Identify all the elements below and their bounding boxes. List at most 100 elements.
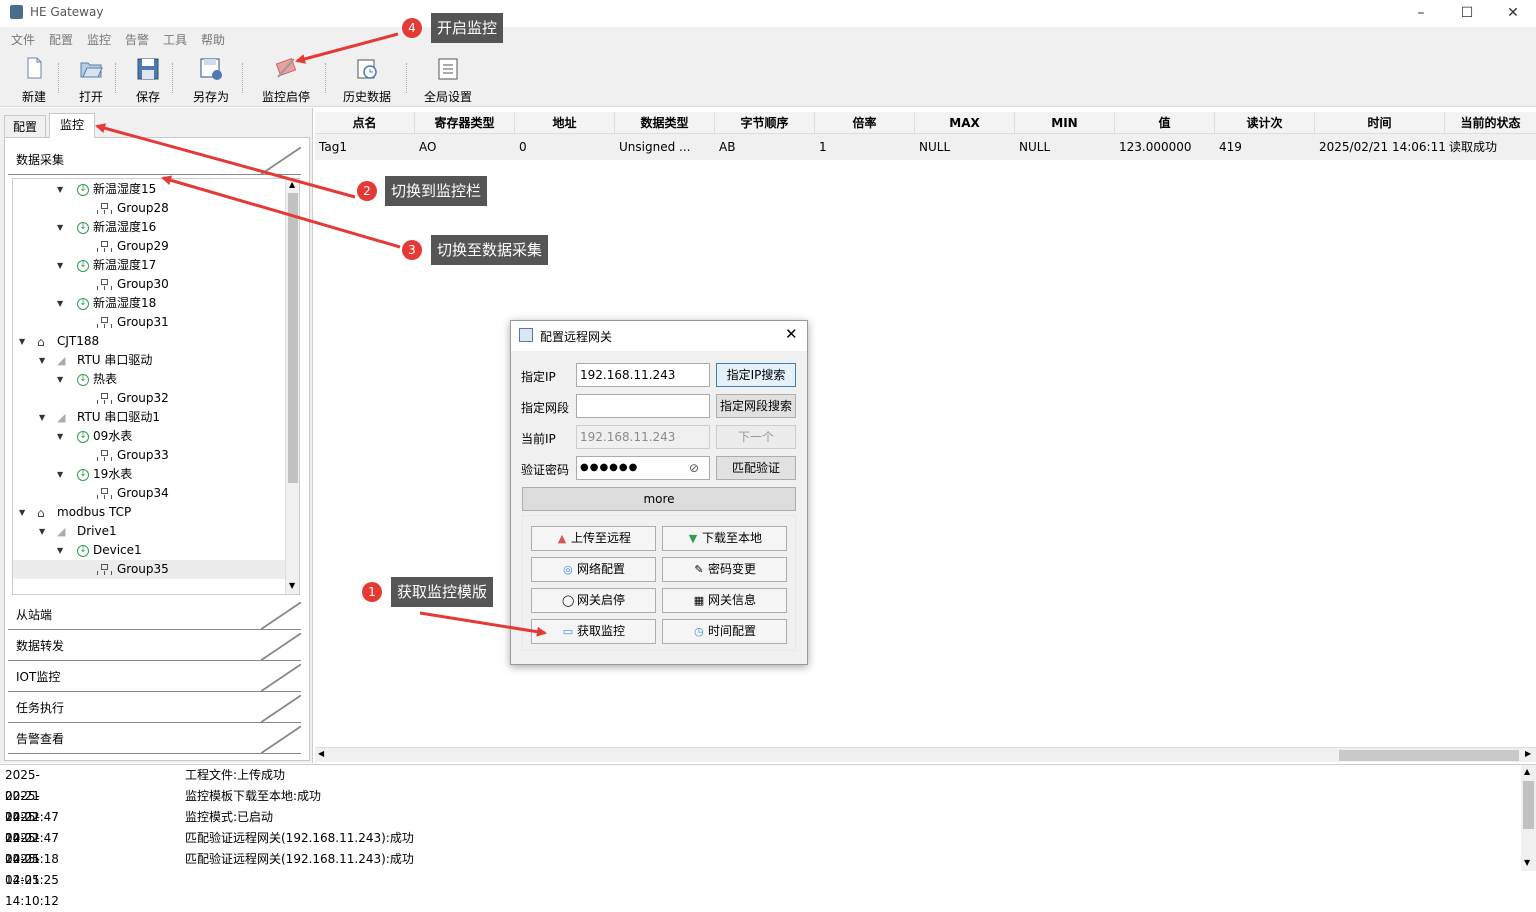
column-header[interactable]: 值 — [1115, 112, 1215, 134]
column-header[interactable]: MAX — [915, 112, 1015, 134]
collapse-arrow-icon[interactable]: ▼ — [39, 408, 45, 427]
get-monitor-button[interactable]: ▭ 获取监控 — [531, 619, 656, 644]
tree-node[interactable]: Group32 — [97, 389, 169, 408]
upload-remote-button[interactable]: ▲ 上传至远程 — [531, 526, 656, 551]
tree-node[interactable]: ▼ ⌂ modbus TCP — [19, 503, 131, 522]
scroll-up-icon[interactable]: ▲ — [289, 180, 295, 189]
tree-node[interactable]: ▼ ↓ 19水表 — [57, 465, 132, 484]
accordion-iot[interactable]: IOT监控 — [8, 664, 301, 692]
column-header[interactable]: 倍率 — [815, 112, 915, 134]
tree-node-selected[interactable]: Group35 — [13, 560, 285, 579]
tree-node[interactable]: Group33 — [97, 446, 169, 465]
open-button[interactable]: 打开 — [71, 53, 111, 104]
tree-node[interactable]: ▼ ↓ 新温湿度15 — [57, 180, 156, 199]
global-settings-button[interactable]: 全局设置 — [420, 53, 476, 104]
collapse-arrow-icon[interactable]: ▼ — [19, 503, 25, 522]
collapse-arrow-icon[interactable]: ▼ — [57, 294, 63, 313]
grid-hscroll-thumb[interactable] — [1339, 750, 1519, 761]
collapse-arrow-icon[interactable]: ▼ — [39, 522, 45, 541]
column-header[interactable]: 当前的状态 — [1445, 112, 1536, 134]
column-header[interactable]: 字节顺序 — [715, 112, 815, 134]
tree-node[interactable]: ▼ ◢ RTU 串口驱动 — [39, 351, 152, 370]
tree-node[interactable]: ▼ ↓ 09水表 — [57, 427, 132, 446]
maximize-icon[interactable]: ☐ — [1444, 0, 1490, 27]
tree-node[interactable]: ▼ ⌂ CJT188 — [19, 332, 99, 351]
close-icon[interactable]: ✕ — [1490, 0, 1536, 27]
tree-node[interactable]: ▼ ◢ Drive1 — [39, 522, 117, 541]
grid-hscrollbar[interactable]: ◀ ▶ — [315, 747, 1536, 762]
match-verify-button[interactable]: 匹配验证 — [716, 456, 796, 480]
collapse-arrow-icon[interactable]: ▼ — [57, 180, 63, 199]
tree-scrollbar[interactable]: ▲ ▼ — [285, 179, 299, 594]
menu-alarm[interactable]: 告警 — [125, 31, 149, 48]
column-header[interactable]: 点名 — [315, 112, 415, 134]
collapse-arrow-icon[interactable]: ▼ — [57, 256, 63, 275]
tab-config[interactable]: 配置 — [4, 115, 46, 137]
table-row[interactable]: Tag1 AO 0 Unsigned ... AB 1 NULL NULL 12… — [315, 134, 1536, 160]
next-button[interactable]: 下一个 — [716, 425, 796, 449]
menu-help[interactable]: 帮助 — [201, 31, 225, 48]
dialog-close-icon[interactable]: ✕ — [785, 325, 798, 343]
collapse-arrow-icon[interactable]: ▼ — [19, 332, 25, 351]
tree-node[interactable]: Group28 — [97, 199, 169, 218]
collapse-arrow-icon[interactable]: ▼ — [57, 218, 63, 237]
tree-node[interactable]: Group31 — [97, 313, 169, 332]
tree-scroll-thumb[interactable] — [288, 193, 298, 483]
eye-slash-icon[interactable]: ⊘ — [689, 461, 699, 475]
tree-node[interactable]: Group34 — [97, 484, 169, 503]
tree-node[interactable]: Group29 — [97, 237, 169, 256]
more-button[interactable]: more — [522, 487, 796, 511]
save-button[interactable]: 保存 — [128, 53, 168, 104]
tab-monitor[interactable]: 监控 — [49, 113, 95, 138]
download-local-button[interactable]: ▼ 下载至本地 — [662, 526, 787, 551]
accordion-data-collect[interactable]: 数据采集 — [8, 147, 301, 175]
tree-node[interactable]: ▼ ◢ RTU 串口驱动1 — [39, 408, 160, 427]
gateway-toggle-button[interactable]: ◯ 网关启停 — [531, 588, 656, 613]
column-header[interactable]: 寄存器类型 — [415, 112, 515, 134]
collapse-arrow-icon[interactable]: ▼ — [57, 541, 63, 560]
collapse-arrow-icon[interactable]: ▼ — [39, 351, 45, 370]
menu-config[interactable]: 配置 — [49, 31, 73, 48]
log-scrollbar[interactable]: ▲ ▼ — [1521, 765, 1536, 871]
password-change-button[interactable]: ✎ 密码变更 — [662, 557, 787, 582]
column-header[interactable]: 数据类型 — [615, 112, 715, 134]
accordion-slave[interactable]: 从站端 — [8, 602, 301, 630]
accordion-forward[interactable]: 数据转发 — [8, 633, 301, 661]
menu-monitor[interactable]: 监控 — [87, 31, 111, 48]
scroll-left-icon[interactable]: ◀ — [318, 749, 324, 758]
collapse-arrow-icon[interactable]: ▼ — [57, 370, 63, 389]
tree-node[interactable]: Group30 — [97, 275, 169, 294]
log-scroll-thumb[interactable] — [1523, 781, 1534, 829]
tree-node[interactable]: ▼ ↓ 新温湿度16 — [57, 218, 156, 237]
tree-node[interactable]: ▼ ↓ 新温湿度17 — [57, 256, 156, 275]
collapse-arrow-icon[interactable]: ▼ — [57, 465, 63, 484]
network-config-button[interactable]: ◎ 网络配置 — [531, 557, 656, 582]
ip-search-button[interactable]: 指定IP搜索 — [716, 363, 796, 387]
segment-search-button[interactable]: 指定网段搜索 — [716, 394, 796, 418]
minimize-icon[interactable]: – — [1398, 0, 1444, 27]
scroll-down-icon[interactable]: ▼ — [1524, 858, 1530, 867]
accordion-task[interactable]: 任务执行 — [8, 695, 301, 723]
save-as-button[interactable]: 另存为 — [188, 53, 234, 104]
tree-node[interactable]: ▼ ↓ 热表 — [57, 370, 117, 389]
menu-tools[interactable]: 工具 — [163, 31, 187, 48]
history-button[interactable]: 历史数据 — [338, 53, 396, 104]
scroll-down-icon[interactable]: ▼ — [289, 581, 295, 590]
column-header[interactable]: 读计次 — [1215, 112, 1315, 134]
accordion-alarm[interactable]: 告警查看 — [8, 726, 301, 754]
column-header[interactable]: 时间 — [1315, 112, 1445, 134]
column-header[interactable]: MIN — [1015, 112, 1115, 134]
monitor-toggle-button[interactable]: 监控启停 — [258, 53, 314, 104]
ip-input[interactable] — [576, 363, 710, 387]
new-button[interactable]: 新建 — [14, 53, 54, 104]
segment-input[interactable] — [576, 394, 710, 418]
gateway-info-button[interactable]: ▦ 网关信息 — [662, 588, 787, 613]
scroll-right-icon[interactable]: ▶ — [1525, 749, 1531, 758]
tree-node[interactable]: ▼ ↓ 新温湿度18 — [57, 294, 156, 313]
menu-file[interactable]: 文件 — [11, 31, 35, 48]
collapse-arrow-icon[interactable]: ▼ — [57, 427, 63, 446]
scroll-up-icon[interactable]: ▲ — [1524, 767, 1530, 776]
tree-node[interactable]: ▼ ↓ Device1 — [57, 541, 142, 560]
time-config-button[interactable]: ◷ 时间配置 — [662, 619, 787, 644]
column-header[interactable]: 地址 — [515, 112, 615, 134]
